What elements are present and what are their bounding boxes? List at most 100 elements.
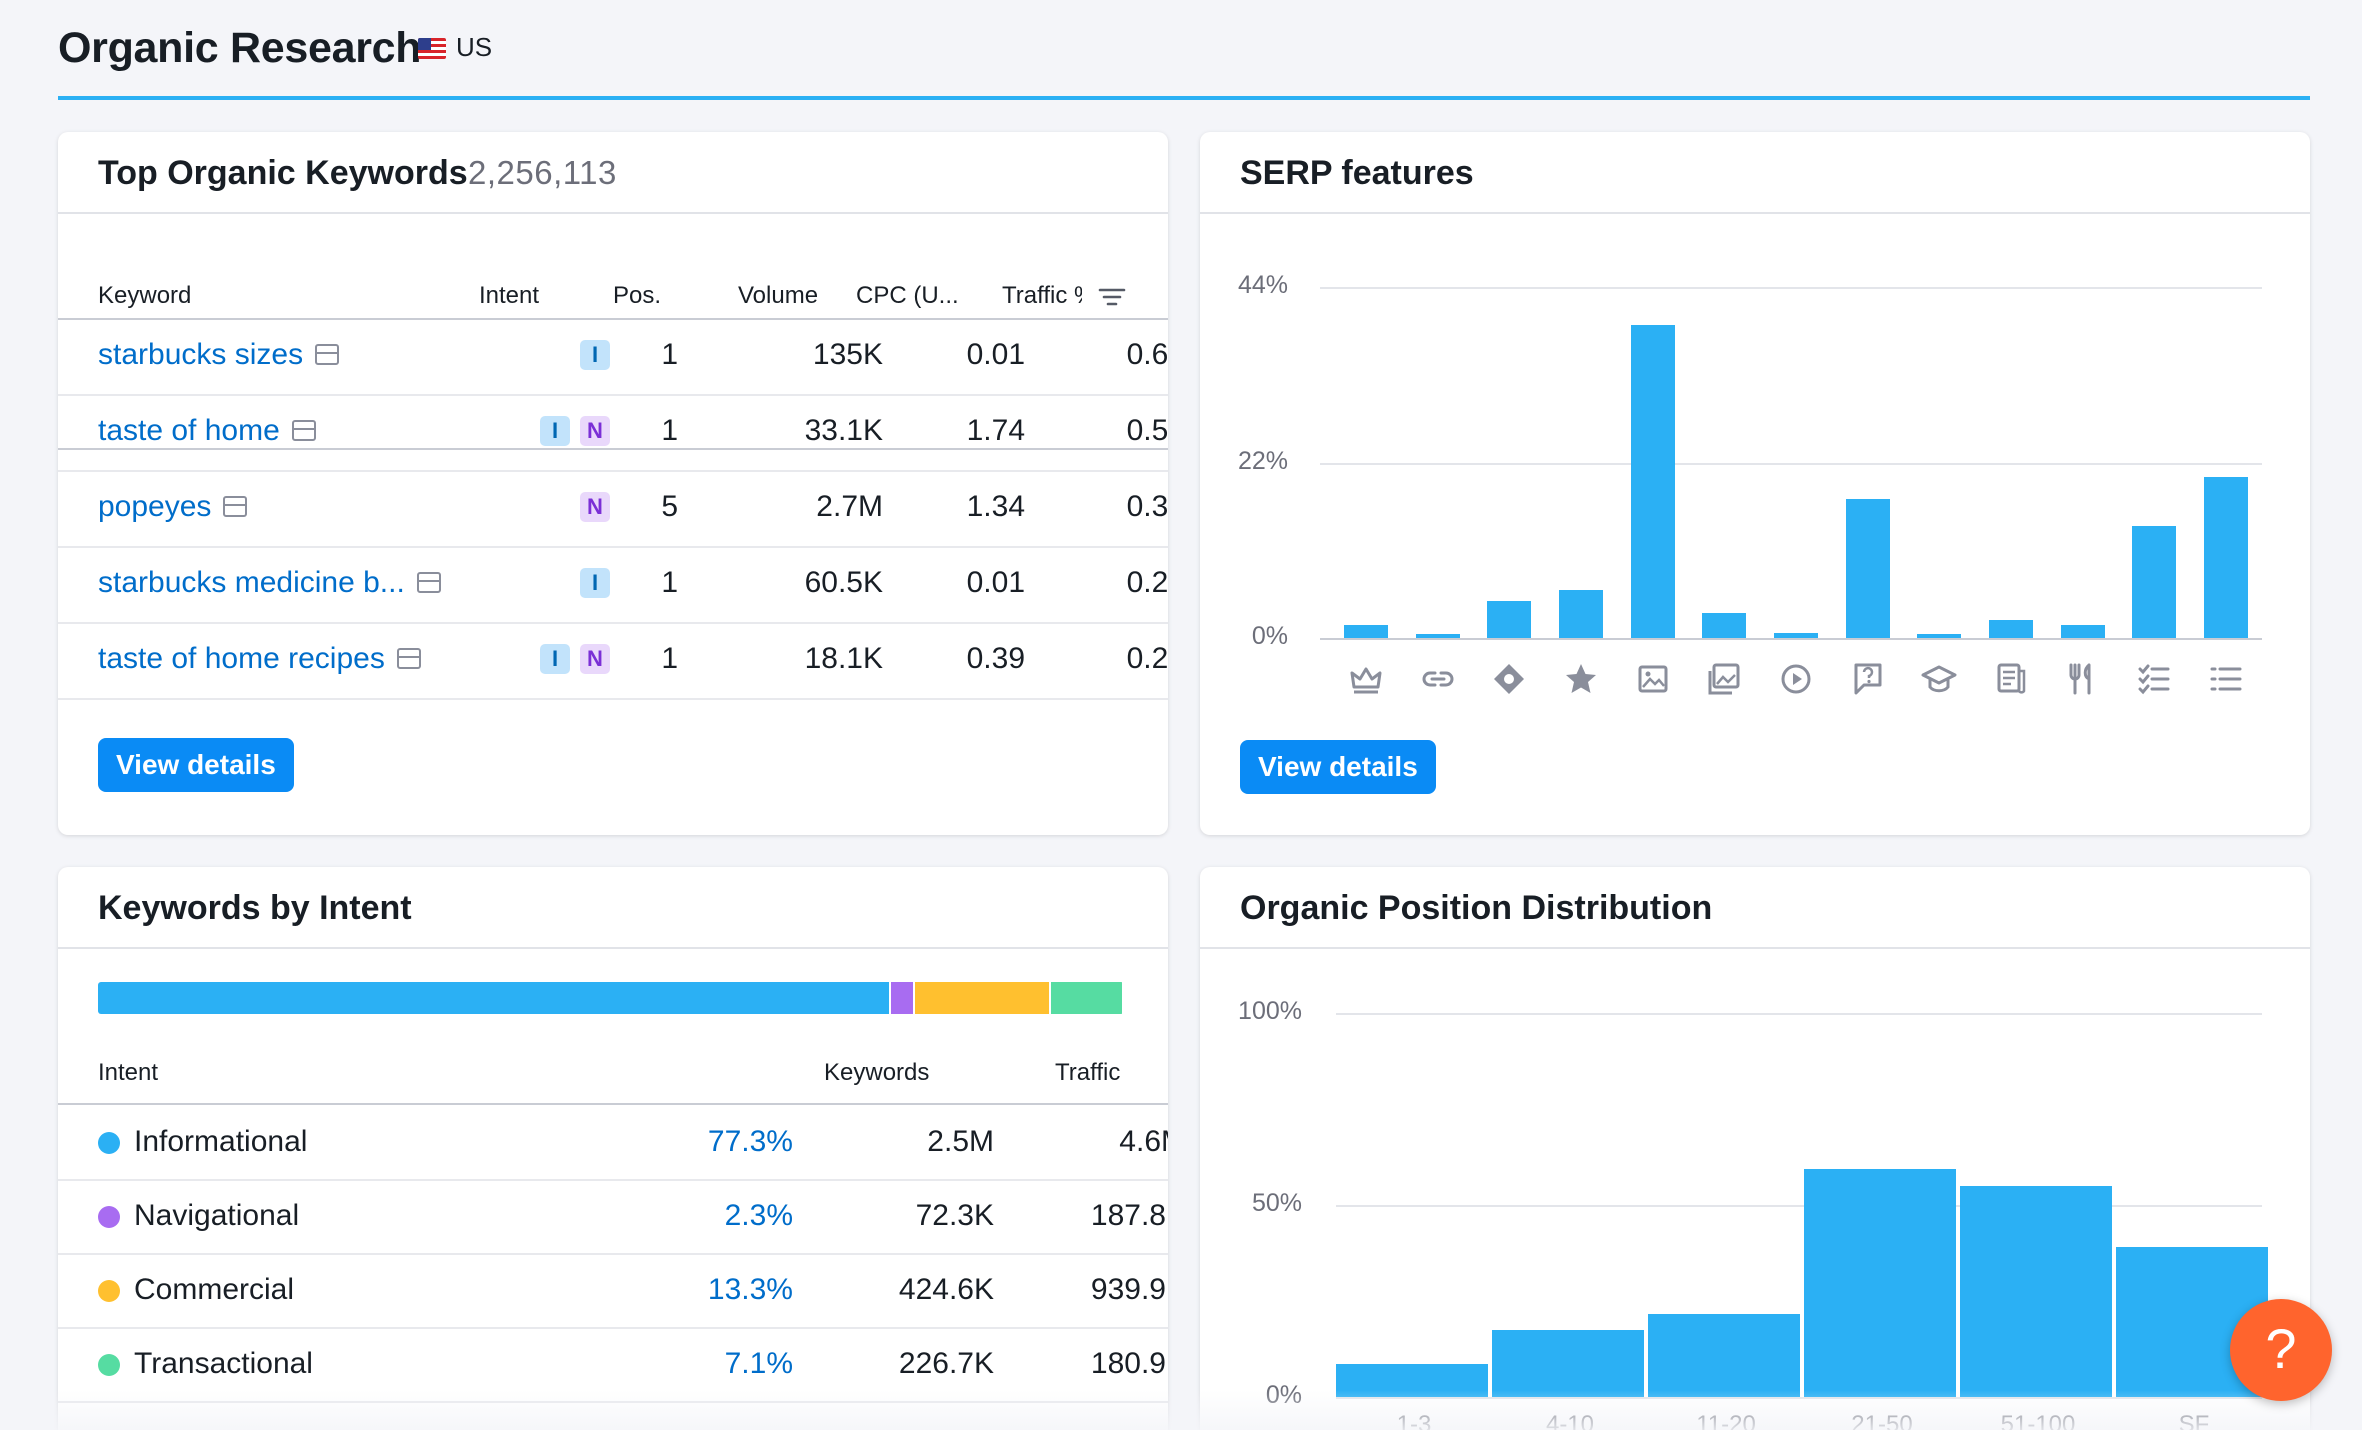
view-details-button[interactable]: View details [98, 738, 294, 792]
serp-feature-bar[interactable] [1702, 613, 1747, 638]
col-intent[interactable]: Intent [98, 1059, 158, 1087]
table-row: taste of home 1 33.1K 1.74 0.50 IN [58, 396, 1168, 472]
serp-features-icon[interactable] [315, 344, 340, 365]
position-range-bar[interactable] [1492, 1329, 1644, 1397]
keyword-link[interactable]: starbucks sizes [98, 338, 340, 372]
intent-row: Navigational 2.3% 72.3K 187.8K [58, 1181, 1168, 1255]
serp-feature-bar[interactable] [1774, 633, 1818, 638]
serp-feature-bar[interactable] [1845, 499, 1890, 638]
image-icon[interactable] [1633, 659, 1673, 699]
position-range-bar[interactable] [1648, 1314, 1800, 1397]
keyword-text[interactable]: popeyes [98, 490, 211, 523]
intent-color-dot [98, 1206, 120, 1228]
help-button[interactable]: ? [2230, 1299, 2332, 1401]
card-title: Top Organic Keywords [98, 154, 468, 192]
serp-feature-bar[interactable] [1989, 620, 2034, 638]
serp-feature-bar[interactable] [2132, 526, 2177, 638]
graduation-cap-icon[interactable] [1919, 659, 1959, 699]
sort-icon[interactable] [1098, 286, 1128, 310]
intent-percent-link[interactable]: 2.3% [618, 1199, 793, 1233]
list-icon[interactable] [2206, 659, 2246, 699]
serp-features-icon[interactable] [223, 496, 248, 517]
keyword-link[interactable]: taste of home [98, 414, 316, 448]
image-pack-icon[interactable] [1704, 659, 1744, 699]
intent-percent-link[interactable]: 7.1% [618, 1347, 793, 1381]
intent-name: Informational [134, 1125, 308, 1158]
link-icon[interactable] [1418, 659, 1458, 699]
serp-feature-bar[interactable] [2204, 476, 2249, 638]
intent-badge-navigational: N [580, 492, 610, 522]
col-cpc[interactable]: CPC (U... [856, 282, 959, 310]
intent-segment[interactable] [1051, 982, 1122, 1014]
keyword-text[interactable]: starbucks medicine b... [98, 566, 405, 599]
intent-segment[interactable] [98, 982, 889, 1014]
serp-feature-bar[interactable] [1343, 625, 1388, 638]
intent-segment[interactable] [891, 982, 913, 1014]
checklist-icon[interactable] [2134, 659, 2174, 699]
col-volume[interactable]: Volume [738, 282, 818, 310]
intent-percent-link[interactable]: 77.3% [618, 1125, 793, 1159]
y-tick-label: 0% [1251, 622, 1288, 650]
keyword-text[interactable]: taste of home recipes [98, 642, 385, 675]
col-keyword[interactable]: Keyword [98, 282, 191, 310]
position-range-bar[interactable] [1960, 1185, 2112, 1397]
header-row: Keyword Intent Pos. Volume CPC (U... Tra… [58, 272, 1168, 320]
news-icon[interactable] [1991, 659, 2031, 699]
keyword-link[interactable]: popeyes [98, 490, 248, 524]
star-icon[interactable] [1561, 659, 1601, 699]
col-position[interactable]: Pos. [613, 282, 661, 310]
serp-feature-bar[interactable] [1487, 601, 1532, 638]
keyword-count: 2,256,113 [468, 154, 617, 191]
fork-knife-icon[interactable] [2063, 659, 2103, 699]
serp-features-card: SERP features 0% 22% 44% View details [1200, 132, 2310, 835]
us-flag-icon [418, 38, 446, 59]
crown-icon[interactable] [1346, 659, 1386, 699]
col-traffic[interactable]: Traffic [1055, 1059, 1120, 1087]
keyword-link[interactable]: starbucks medicine b... [98, 566, 441, 600]
intent-badge-informational: I [540, 416, 570, 446]
intent-badge-navigational: N [580, 416, 610, 446]
gridline [1320, 638, 2262, 640]
serp-features-icon[interactable] [396, 648, 421, 669]
intent-color-dot [98, 1132, 120, 1154]
question-icon[interactable] [1848, 659, 1888, 699]
traffic-value: 0.63 [1126, 338, 1168, 371]
view-details-button[interactable]: View details [1240, 740, 1436, 794]
traffic-value: 939.9K [1090, 1273, 1168, 1306]
serp-features-icon[interactable] [291, 420, 316, 441]
y-tick-label: 44% [1237, 271, 1288, 299]
traffic-value: 0.27 [1126, 642, 1168, 675]
table-row: popeyes 5 2.7M 1.34 0.31 N [58, 472, 1168, 548]
serp-feature-bar[interactable] [1630, 325, 1675, 638]
intent-badge-informational: I [580, 568, 610, 598]
col-keywords[interactable]: Keywords [824, 1059, 929, 1087]
y-tick-label: 100% [1238, 997, 1302, 1025]
intent-badge-informational: I [580, 340, 610, 370]
position-range-bar[interactable] [1804, 1168, 1956, 1397]
intent-segment[interactable] [915, 982, 1049, 1014]
intent-name: Navigational [134, 1199, 300, 1232]
keyword-link[interactable]: taste of home recipes [98, 642, 421, 676]
database-label[interactable]: US [456, 32, 492, 63]
keyword-text[interactable]: taste of home [98, 414, 280, 447]
col-intent[interactable]: Intent [479, 282, 539, 310]
volume-value: 2.7M [816, 490, 883, 523]
col-traffic[interactable]: Traffic % [1002, 282, 1082, 310]
diamond-icon[interactable] [1489, 659, 1529, 699]
serp-feature-bar[interactable] [1917, 634, 1962, 638]
intent-header-row: Intent Keywords Traffic [58, 1047, 1168, 1105]
keyword-text[interactable]: starbucks sizes [98, 338, 303, 371]
gridline [1336, 1205, 2262, 1207]
intent-percent-link[interactable]: 13.3% [618, 1273, 793, 1307]
traffic-value: 180.9K [1090, 1347, 1168, 1380]
volume-value: 33.1K [804, 414, 883, 447]
intent-color-dot [98, 1354, 120, 1376]
position-distribution-chart: 0%50%100%1-34-1011-2021-5051-100SF [1200, 867, 2310, 1430]
serp-feature-bar[interactable] [2060, 625, 2105, 638]
serp-feature-bar[interactable] [1415, 634, 1460, 638]
intent-color-dot [98, 1280, 120, 1302]
serp-features-icon[interactable] [416, 572, 441, 593]
traffic-value: 4.6M [1119, 1125, 1168, 1158]
video-icon[interactable] [1776, 659, 1816, 699]
serp-feature-bar[interactable] [1558, 590, 1603, 638]
